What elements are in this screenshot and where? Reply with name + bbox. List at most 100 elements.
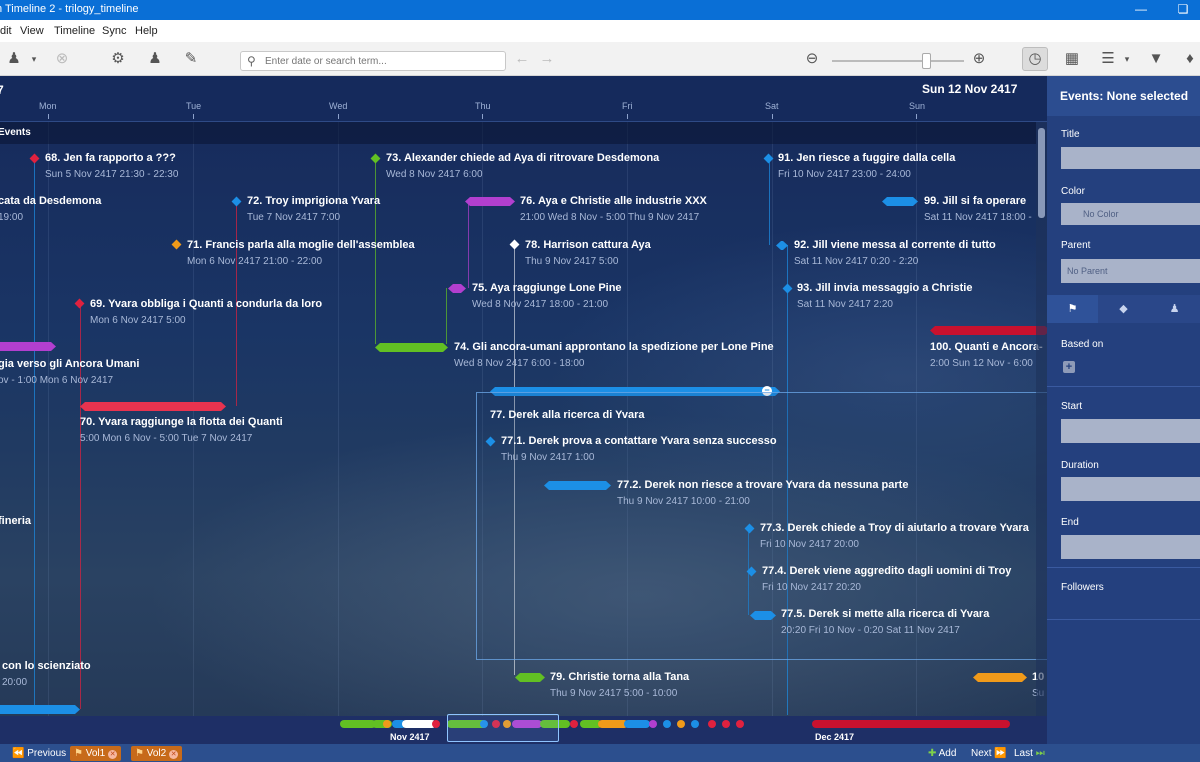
users-icon[interactable]: ♟ [145, 49, 165, 69]
bell-icon[interactable]: ♦ [1180, 49, 1200, 69]
search-box[interactable]: ⚲ [240, 51, 506, 71]
chevron-down-icon[interactable]: ▾ [24, 49, 44, 69]
event-77-4[interactable]: 77.4. Derek viene aggredito dagli uomini… [762, 565, 1011, 593]
delete-icon[interactable]: ⊗ [52, 49, 72, 69]
event-77-3[interactable]: 77.3. Derek chiede a Troy di aiutarlo a … [760, 522, 1029, 550]
event-bar[interactable] [544, 481, 611, 490]
event-68[interactable]: 68. Jen fa rapporto a ??? Sun 5 Nov 2417… [45, 152, 178, 180]
close-icon[interactable]: ✕ [108, 750, 118, 759]
event-cut-desdemona[interactable]: cata da Desdemona 19:00 [0, 195, 101, 223]
event-bar[interactable] [973, 673, 1027, 682]
event-marker[interactable] [782, 283, 793, 294]
menu-help[interactable]: Help [135, 25, 158, 37]
event-77-2[interactable]: 77.2. Derek non riesce a trovare Yvara d… [617, 479, 908, 507]
event-marker[interactable] [509, 239, 520, 250]
event-marker[interactable] [171, 239, 182, 250]
event-91[interactable]: 91. Jen riesce a fuggire dalla cella Fri… [778, 152, 955, 180]
zoom-slider-thumb[interactable] [922, 53, 931, 69]
brush-icon[interactable]: ✎ [181, 49, 201, 69]
chevron-down-icon[interactable]: ▾ [1117, 49, 1137, 69]
table-view-icon[interactable]: ▦ [1062, 49, 1082, 69]
gear-icon[interactable]: ⚙ [108, 49, 128, 69]
group-icon[interactable]: ♟ [1149, 295, 1200, 323]
maximize-icon[interactable]: ❏ [1175, 2, 1191, 16]
event-75[interactable]: 75. Aya raggiunge Lone Pine Wed 8 Nov 24… [472, 282, 622, 310]
close-icon[interactable]: ✕ [169, 750, 179, 759]
event-93[interactable]: 93. Jill invia messaggio a Christie Sat … [797, 282, 972, 310]
zoom-slider-track[interactable] [832, 60, 964, 62]
event-bar[interactable] [930, 326, 1047, 335]
filter-icon[interactable]: ▼ [1146, 49, 1166, 69]
event-bar[interactable] [882, 197, 918, 206]
previous-button[interactable]: ⏪ Previous [8, 746, 70, 761]
ruler-tick [482, 114, 483, 119]
event-bar[interactable] [750, 611, 776, 620]
event-cut-fineria[interactable]: fineria [0, 515, 31, 527]
event-79[interactable]: 79. Christie torna alla Tana Thu 9 Nov 2… [550, 671, 689, 699]
ruler-tick [193, 114, 194, 119]
add-person-icon[interactable]: ♟ [4, 49, 24, 69]
group-header[interactable]: Events [0, 122, 1036, 144]
menu-sync[interactable]: Sync [102, 25, 126, 37]
event-bar[interactable] [448, 284, 466, 293]
last-button[interactable]: Last ⏭ [1010, 746, 1049, 761]
minimize-icon[interactable]: — [1133, 2, 1149, 16]
add-button[interactable]: ✚ Add [924, 746, 960, 761]
color-field[interactable]: No Color [1061, 203, 1200, 225]
title-field[interactable] [1061, 147, 1200, 169]
event-77[interactable]: 77. Derek alla ricerca di Yvara [490, 409, 645, 421]
next-button[interactable]: Next ⏩ [967, 746, 1011, 761]
event-73[interactable]: 73. Alexander chiede ad Aya di ritrovare… [386, 152, 659, 180]
event-bar[interactable] [0, 705, 80, 714]
event-77-1[interactable]: 77.1. Derek prova a contattare Yvara sen… [501, 435, 777, 463]
event-74[interactable]: 74. Gli ancora-umani approntano la spedi… [454, 341, 774, 369]
event-bar[interactable] [0, 342, 56, 351]
tab-vol1[interactable]: ⚑ Vol1 ✕ [70, 746, 122, 761]
timeline-canvas[interactable]: 7 Sun 12 Nov 2417 Mon Tue Wed Thu Fri Sa… [0, 76, 1047, 744]
panel-divider [1047, 567, 1200, 568]
arrow-left-icon[interactable]: ← [512, 49, 532, 69]
duration-field[interactable] [1061, 477, 1200, 501]
event-78[interactable]: 78. Harrison cattura Aya Thu 9 Nov 2417 … [525, 239, 651, 267]
zoom-in-icon[interactable]: ⊕ [969, 49, 989, 69]
flag-icon[interactable]: ⚑ [1047, 295, 1098, 323]
event-marker[interactable] [370, 153, 381, 164]
event-marker[interactable] [74, 298, 85, 309]
event-69[interactable]: 69. Yvara obbliga i Quanti a condurla da… [90, 298, 322, 326]
list-view-icon[interactable]: ☰ [1098, 49, 1118, 69]
event-100[interactable]: 100. Quanti e Ancora- 2:00 Sun 12 Nov - … [930, 341, 1043, 369]
tag-icon[interactable]: ◆ [1098, 295, 1149, 323]
event-marker[interactable] [29, 153, 40, 164]
event-99[interactable]: 99. Jill si fa operare Sat 11 Nov 2417 1… [924, 195, 1032, 223]
end-field[interactable] [1061, 535, 1200, 559]
zoom-out-icon[interactable]: ⊖ [802, 49, 822, 69]
arrow-right-icon[interactable]: → [537, 49, 557, 69]
event-marker[interactable] [231, 196, 242, 207]
event-bar[interactable] [465, 197, 515, 206]
event-71[interactable]: 71. Francis parla alla moglie dell'assem… [187, 239, 415, 267]
menu-edit[interactable]: dit [0, 25, 12, 37]
search-input[interactable] [265, 54, 501, 68]
event-72[interactable]: 72. Troy imprigiona Yvara Tue 7 Nov 2417… [247, 195, 380, 223]
event-bar[interactable] [80, 402, 226, 411]
start-field[interactable] [1061, 419, 1200, 443]
plus-icon[interactable]: + [1063, 361, 1075, 373]
event-cut-scienziato[interactable]: con lo scienziato 20:00 [2, 660, 91, 688]
title-label: Title [1061, 129, 1080, 140]
event-bar[interactable] [375, 343, 448, 352]
tab-vol2[interactable]: ⚑ Vol2 ✕ [131, 746, 183, 761]
event-cut-ancora-umani[interactable]: gia verso gli Ancora Umani ov - 1:00 Mon… [0, 358, 139, 386]
overview-viewport[interactable] [447, 714, 559, 742]
event-70[interactable]: 70. Yvara raggiunge la flotta dei Quanti… [80, 416, 283, 444]
event-76[interactable]: 76. Aya e Christie alle industrie XXX 21… [520, 195, 707, 223]
time-ruler[interactable]: 7 Sun 12 Nov 2417 Mon Tue Wed Thu Fri Sa… [0, 76, 1047, 122]
parent-field[interactable]: No Parent [1061, 259, 1200, 283]
connector-line [446, 288, 447, 344]
event-77-5[interactable]: 77.5. Derek si mette alla ricerca di Yva… [781, 608, 989, 636]
event-bar[interactable] [515, 673, 545, 682]
menu-timeline[interactable]: Timeline [54, 25, 95, 37]
event-92[interactable]: 92. Jill viene messa al corrente di tutt… [794, 239, 996, 267]
ruler-tick [627, 114, 628, 119]
menu-view[interactable]: View [20, 25, 44, 37]
scrollbar-thumb[interactable] [1038, 128, 1045, 218]
